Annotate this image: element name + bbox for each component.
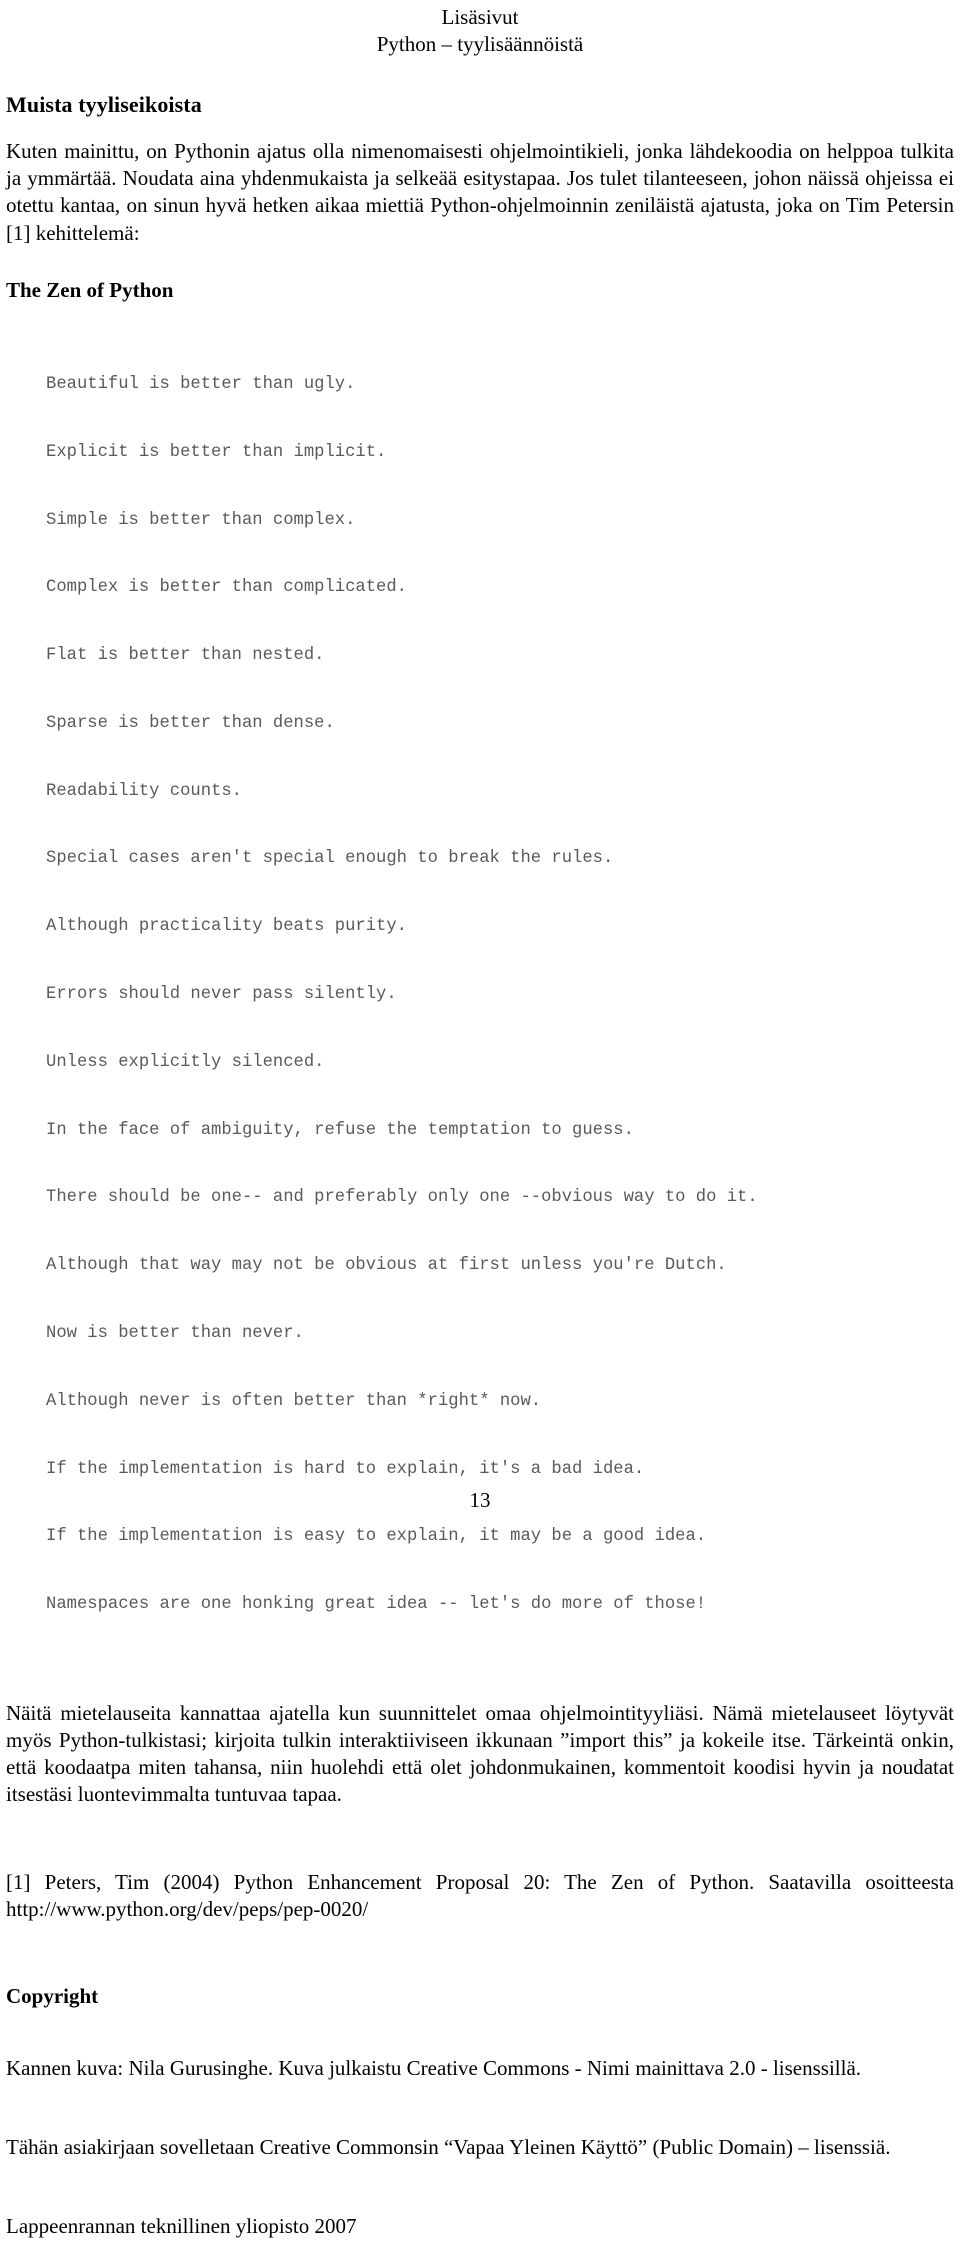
intro-paragraph: Kuten mainittu, on Pythonin ajatus olla … bbox=[6, 139, 954, 245]
code-line: Now is better than never. bbox=[46, 1323, 304, 1343]
zen-of-python-block: Beautiful is better than ugly. Explicit … bbox=[6, 329, 954, 1662]
code-line: Errors should never pass silently. bbox=[46, 985, 397, 1005]
code-line: Explicit is better than implicit. bbox=[46, 442, 387, 462]
running-header: Lisäsivut Python – tyylisäännöistä bbox=[6, 0, 954, 58]
reference-entry: [1] Peters, Tim (2004) Python Enhancemen… bbox=[6, 1869, 954, 1921]
code-line: If the implementation is easy to explain… bbox=[46, 1527, 707, 1547]
code-line: Although never is often better than *rig… bbox=[46, 1391, 542, 1411]
document-page: Lisäsivut Python – tyylisäännöistä Muist… bbox=[0, 0, 960, 2238]
page-title: Muista tyyliseikoista bbox=[6, 92, 202, 117]
header-line-1: Lisäsivut bbox=[441, 5, 519, 29]
page-number: 13 bbox=[469, 1488, 491, 1512]
copyright-heading: Copyright bbox=[6, 1984, 99, 2009]
code-line: In the face of ambiguity, refuse the tem… bbox=[46, 1120, 634, 1140]
zen-heading: The Zen of Python bbox=[6, 277, 174, 302]
code-line: Special cases aren't special enough to b… bbox=[46, 849, 614, 869]
code-line: If the implementation is hard to explain… bbox=[46, 1459, 645, 1479]
header-line-2: Python – tyylisäännöistä bbox=[376, 32, 584, 56]
code-line: Complex is better than complicated. bbox=[46, 578, 407, 598]
code-line: Unless explicitly silenced. bbox=[46, 1052, 325, 1072]
code-line: Although practicality beats purity. bbox=[46, 917, 407, 937]
copyright-image-credit: Kannen kuva: Nila Gurusinghe. Kuva julka… bbox=[6, 2056, 862, 2081]
code-line: Beautiful is better than ugly. bbox=[46, 375, 356, 394]
after-zen-paragraph: Näitä mietelauseita kannattaa ajatella k… bbox=[6, 1700, 954, 1807]
code-line: Sparse is better than dense. bbox=[46, 713, 335, 733]
copyright-license-text: Tähän asiakirjaan sovelletaan Creative C… bbox=[6, 2135, 891, 2160]
code-line: Flat is better than nested. bbox=[46, 646, 325, 666]
code-line: Readability counts. bbox=[46, 781, 242, 801]
code-line: Although that way may not be obvious at … bbox=[46, 1256, 727, 1276]
publisher-line: Lappeenrannan teknillinen yliopisto 2007 bbox=[6, 2214, 357, 2239]
code-line: Namespaces are one honking great idea --… bbox=[46, 1595, 707, 1615]
code-line: There should be one-- and preferably onl… bbox=[46, 1188, 758, 1208]
code-line: Simple is better than complex. bbox=[46, 510, 356, 530]
